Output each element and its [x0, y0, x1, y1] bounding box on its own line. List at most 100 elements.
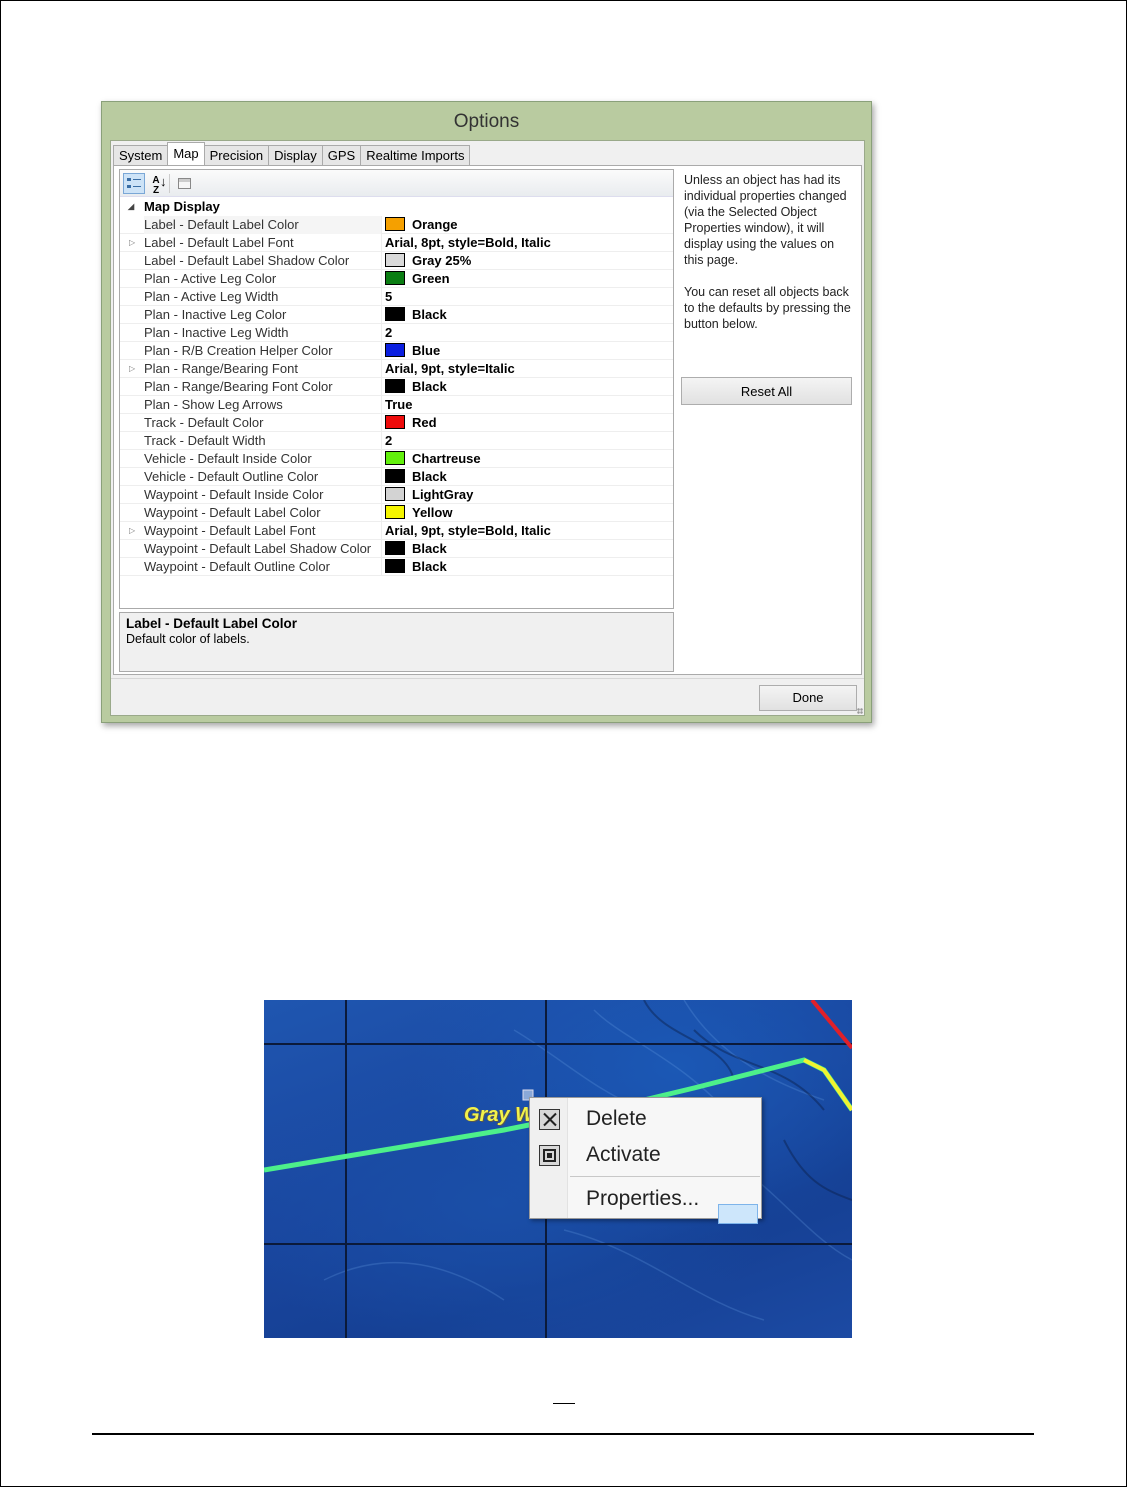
collapse-icon[interactable]: ◢ [128, 198, 134, 216]
property-row[interactable]: Plan - Inactive Leg Width 2 [120, 324, 673, 342]
property-row[interactable]: ▷ Label - Default Label Font Arial, 8pt, s… [120, 234, 673, 252]
category-row[interactable]: ◢ Map Display [120, 198, 673, 216]
property-value[interactable]: True [385, 396, 412, 414]
property-name: Plan - Inactive Leg Color [144, 306, 382, 324]
property-value-text: Blue [412, 343, 441, 358]
property-name: Waypoint - Default Outline Color [144, 558, 382, 576]
property-value[interactable]: Arial, 9pt, style=Italic [385, 360, 515, 378]
property-value-text: Green [412, 271, 450, 286]
property-row[interactable]: Waypoint - Default Label Color Yellow [120, 504, 673, 522]
property-value[interactable]: Black [385, 468, 447, 486]
page-number [553, 1392, 575, 1404]
property-value-text: 5 [385, 289, 393, 304]
property-value[interactable]: Arial, 8pt, style=Bold, Italic [385, 234, 551, 252]
row-gutter [120, 486, 138, 503]
expand-icon[interactable]: ▷ [129, 234, 135, 252]
property-row[interactable]: Plan - Show Leg Arrows True [120, 396, 673, 414]
property-value[interactable]: Chartreuse [385, 450, 481, 468]
property-value[interactable]: LightGray [385, 486, 473, 504]
context-menu-properties[interactable]: Properties... [530, 1182, 761, 1224]
description-panel: Label - Default Label Color Default colo… [119, 612, 674, 672]
reset-all-button[interactable]: Reset All [681, 377, 852, 405]
context-menu-delete[interactable]: Delete [530, 1102, 761, 1136]
tab-gps[interactable]: GPS [321, 145, 362, 165]
property-value-text: Yellow [412, 505, 453, 520]
tab-system[interactable]: System [113, 145, 169, 165]
property-row[interactable]: Track - Default Width 2 [120, 432, 673, 450]
window-client: System Map Precision Display GPS Realtime Imp… [110, 140, 865, 716]
context-menu-activate[interactable]: Activate [530, 1138, 761, 1172]
property-name: Plan - Range/Bearing Font Color [144, 378, 382, 396]
property-name: Label - Default Label Shadow Color [144, 252, 382, 270]
sort-alphabetical-button[interactable]: A Z ↓ [145, 173, 167, 196]
property-row[interactable]: Plan - Active Leg Width 5 [120, 288, 673, 306]
property-row[interactable]: ▷ Waypoint - Default Label Font Arial, 9pt… [120, 522, 673, 540]
property-value[interactable]: Black [385, 306, 447, 324]
property-row[interactable]: Waypoint - Default Outline Color Black [120, 558, 673, 576]
property-value[interactable]: Yellow [385, 504, 452, 522]
property-value[interactable]: 2 [385, 432, 392, 450]
categorized-button[interactable] [123, 173, 145, 194]
color-swatch [385, 451, 405, 465]
color-swatch [385, 487, 405, 501]
property-value[interactable]: Red [385, 414, 437, 432]
row-gutter [120, 468, 138, 485]
property-value-text: Black [412, 559, 447, 574]
tab-realtime-imports[interactable]: Realtime Imports [360, 145, 471, 165]
property-value[interactable]: 2 [385, 324, 392, 342]
property-row[interactable]: Track - Default Color Red [120, 414, 673, 432]
property-row[interactable]: Plan - Active Leg Color Green [120, 270, 673, 288]
property-value-text: Gray 25% [412, 253, 472, 268]
property-value[interactable]: Gray 25% [385, 252, 471, 270]
window-title: Options [453, 111, 520, 132]
tab-precision[interactable]: Precision [203, 145, 270, 165]
inactive-leg-line [803, 1058, 852, 1112]
property-pages-button[interactable] [173, 173, 195, 194]
property-row[interactable]: Label - Default Label Color Orange [120, 216, 673, 234]
tab-display[interactable]: Display [268, 145, 323, 165]
property-value[interactable]: Green [385, 270, 450, 288]
property-value-text: LightGray [412, 487, 474, 502]
color-swatch [385, 343, 405, 357]
property-value[interactable]: 5 [385, 288, 392, 306]
property-name: Plan - Show Leg Arrows [144, 396, 382, 414]
property-row[interactable]: ▷ Plan - Range/Bearing Font Arial, 9pt, st… [120, 360, 673, 378]
property-value[interactable]: Blue [385, 342, 440, 360]
tab-strip: System Map Precision Display GPS Realtime Imp… [113, 142, 471, 165]
expand-icon[interactable]: ▷ [129, 360, 135, 378]
property-value-text: Black [412, 307, 447, 322]
property-value[interactable]: Orange [385, 216, 458, 234]
property-value[interactable]: Arial, 9pt, style=Bold, Italic [385, 522, 551, 540]
property-name: Waypoint - Default Label Font [144, 522, 382, 540]
property-value-text: Orange [412, 217, 458, 232]
row-gutter [120, 342, 138, 359]
property-row[interactable]: Vehicle - Default Inside Color Chartreuse [120, 450, 673, 468]
property-row[interactable]: Waypoint - Default Label Shadow Color Bla… [120, 540, 673, 558]
done-button[interactable]: Done [759, 685, 857, 711]
property-row[interactable]: Label - Default Label Shadow Color Gray 2… [120, 252, 673, 270]
property-name: Vehicle - Default Outline Color [144, 468, 382, 486]
row-gutter [120, 414, 138, 431]
map-screenshot: Gray W Delete Activate Properties... [264, 1000, 852, 1338]
color-swatch [385, 379, 405, 393]
property-value[interactable]: Black [385, 558, 447, 576]
resize-grip-icon[interactable] [857, 708, 863, 714]
property-value-text: True [385, 397, 413, 412]
row-gutter [120, 432, 138, 449]
tab-map[interactable]: Map [167, 142, 205, 165]
property-row[interactable]: Vehicle - Default Outline Color Black [120, 468, 673, 486]
property-name: Plan - Active Leg Color [144, 270, 382, 288]
expand-icon[interactable]: ▷ [129, 522, 135, 540]
property-row[interactable]: Plan - Range/Bearing Font Color Black [120, 378, 673, 396]
property-value[interactable]: Black [385, 540, 447, 558]
property-name: Plan - Active Leg Width [144, 288, 382, 306]
property-row[interactable]: Waypoint - Default Inside Color LightGray [120, 486, 673, 504]
property-row[interactable]: Plan - R/B Creation Helper Color Blue [120, 342, 673, 360]
properties-label: Properties... [586, 1187, 700, 1210]
property-row[interactable]: Plan - Inactive Leg Color Black [120, 306, 673, 324]
activate-label: Activate [586, 1143, 661, 1166]
row-gutter [120, 450, 138, 467]
help-paragraph-2: You can reset all objects back to the de… [684, 285, 851, 331]
color-swatch [385, 253, 405, 267]
property-value[interactable]: Black [385, 378, 447, 396]
